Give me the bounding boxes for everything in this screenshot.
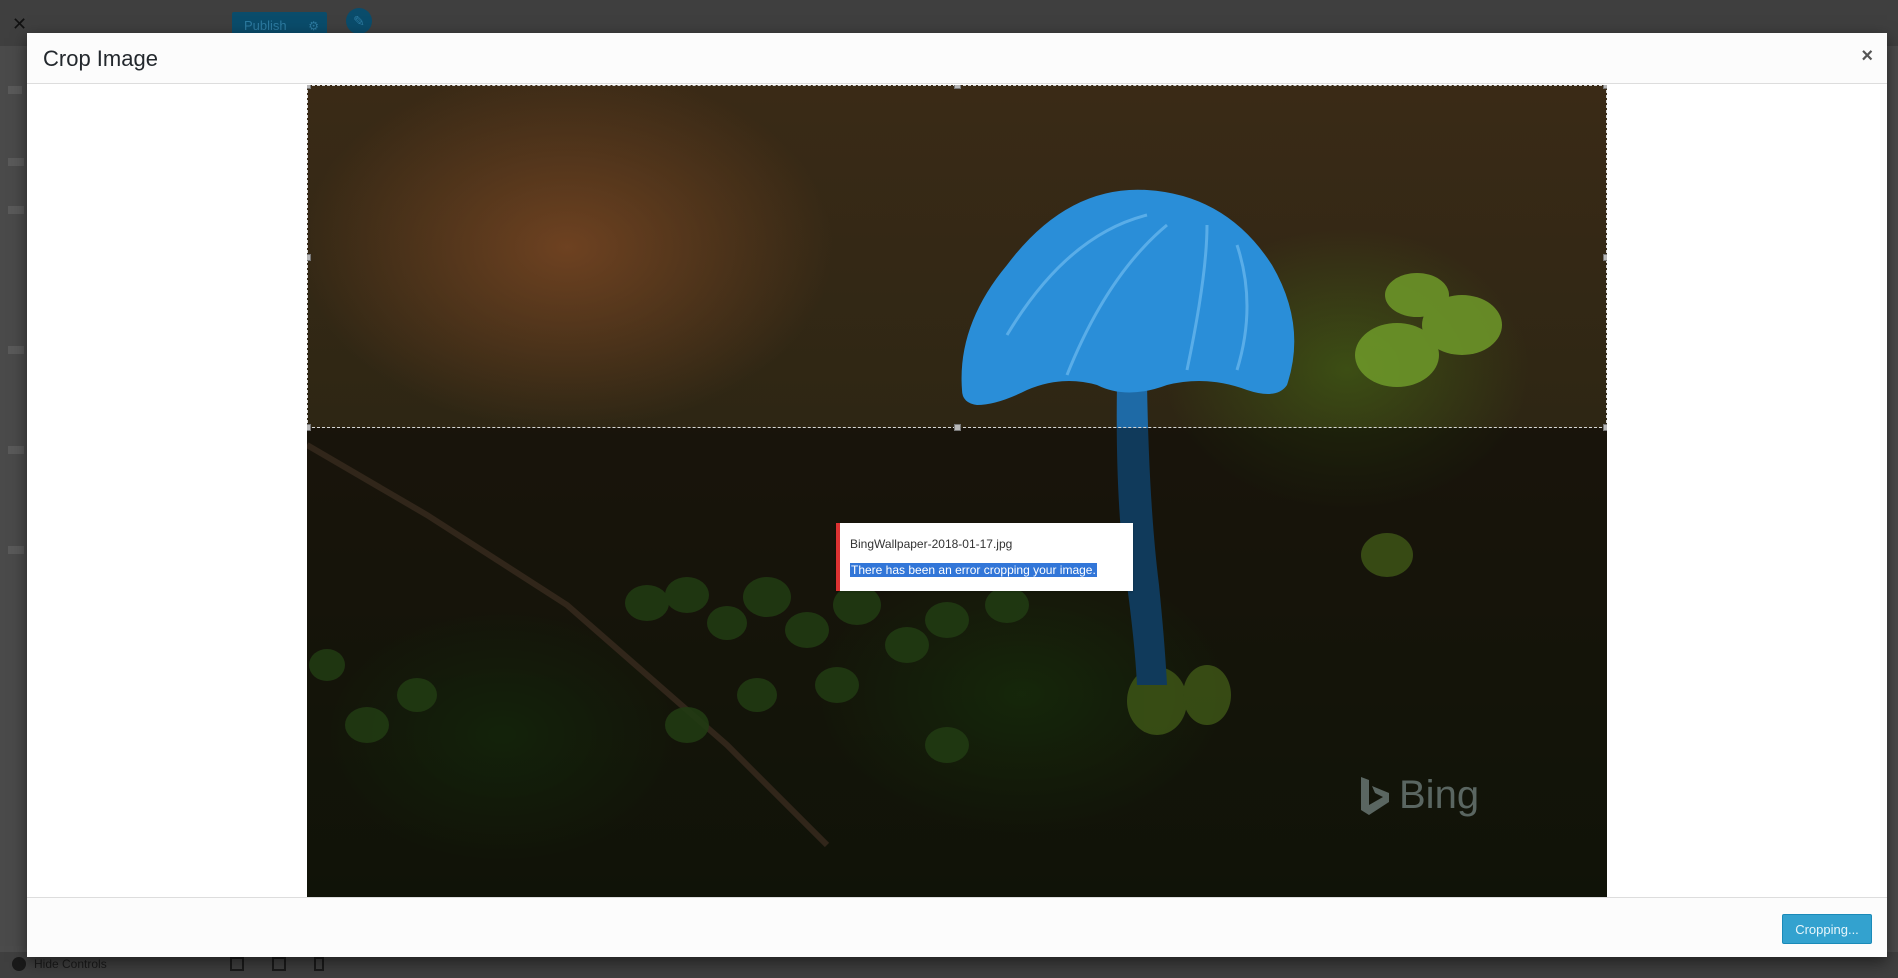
hide-controls-label: Hide Controls [34, 957, 107, 971]
crop-handle[interactable] [307, 254, 311, 261]
collapse-icon [12, 957, 26, 971]
crop-handle[interactable] [954, 424, 961, 431]
hide-controls-button[interactable]: Hide Controls [12, 957, 107, 971]
customizer-sidebar [0, 46, 27, 946]
error-notice: BingWallpaper-2018-01-17.jpg There has b… [836, 523, 1133, 591]
modal-header: Crop Image × [27, 33, 1887, 84]
bing-logo-icon [1357, 775, 1391, 817]
bing-watermark: Bing [1357, 773, 1479, 818]
crop-overlay-dim [307, 428, 1607, 897]
bing-watermark-text: Bing [1399, 773, 1480, 817]
crop-image-button[interactable]: Cropping... [1782, 914, 1872, 944]
modal-title: Crop Image [43, 46, 158, 71]
tablet-preview-icon[interactable] [272, 957, 286, 971]
crop-handle[interactable] [1603, 424, 1607, 431]
crop-handle[interactable] [307, 424, 311, 431]
publish-label: Publish [244, 18, 287, 33]
close-icon[interactable]: × [1861, 45, 1873, 68]
sidebar-line [8, 346, 24, 354]
crop-handle[interactable] [1603, 85, 1607, 89]
crop-handle[interactable] [1603, 254, 1607, 261]
crop-handle[interactable] [954, 85, 961, 89]
pencil-icon[interactable]: ✎ [346, 8, 372, 34]
sidebar-line [8, 206, 24, 214]
notice-error-message: There has been an error cropping your im… [850, 563, 1097, 577]
desktop-preview-icon[interactable] [230, 957, 244, 971]
mobile-preview-icon[interactable] [314, 957, 324, 971]
crop-handle[interactable] [307, 85, 311, 89]
sidebar-line [8, 546, 24, 554]
crop-image-preview[interactable]: Bing [307, 85, 1607, 897]
sidebar-line [8, 158, 24, 166]
crop-image-modal: Crop Image × Bing BingWallpaper-2018-01-… [27, 33, 1887, 957]
modal-footer: Cropping... [27, 897, 1887, 957]
sidebar-line [8, 446, 24, 454]
crop-selection-area[interactable] [307, 85, 1607, 431]
sidebar-line [8, 86, 22, 94]
notice-filename: BingWallpaper-2018-01-17.jpg [850, 537, 1013, 551]
close-icon[interactable]: ✕ [12, 14, 27, 35]
